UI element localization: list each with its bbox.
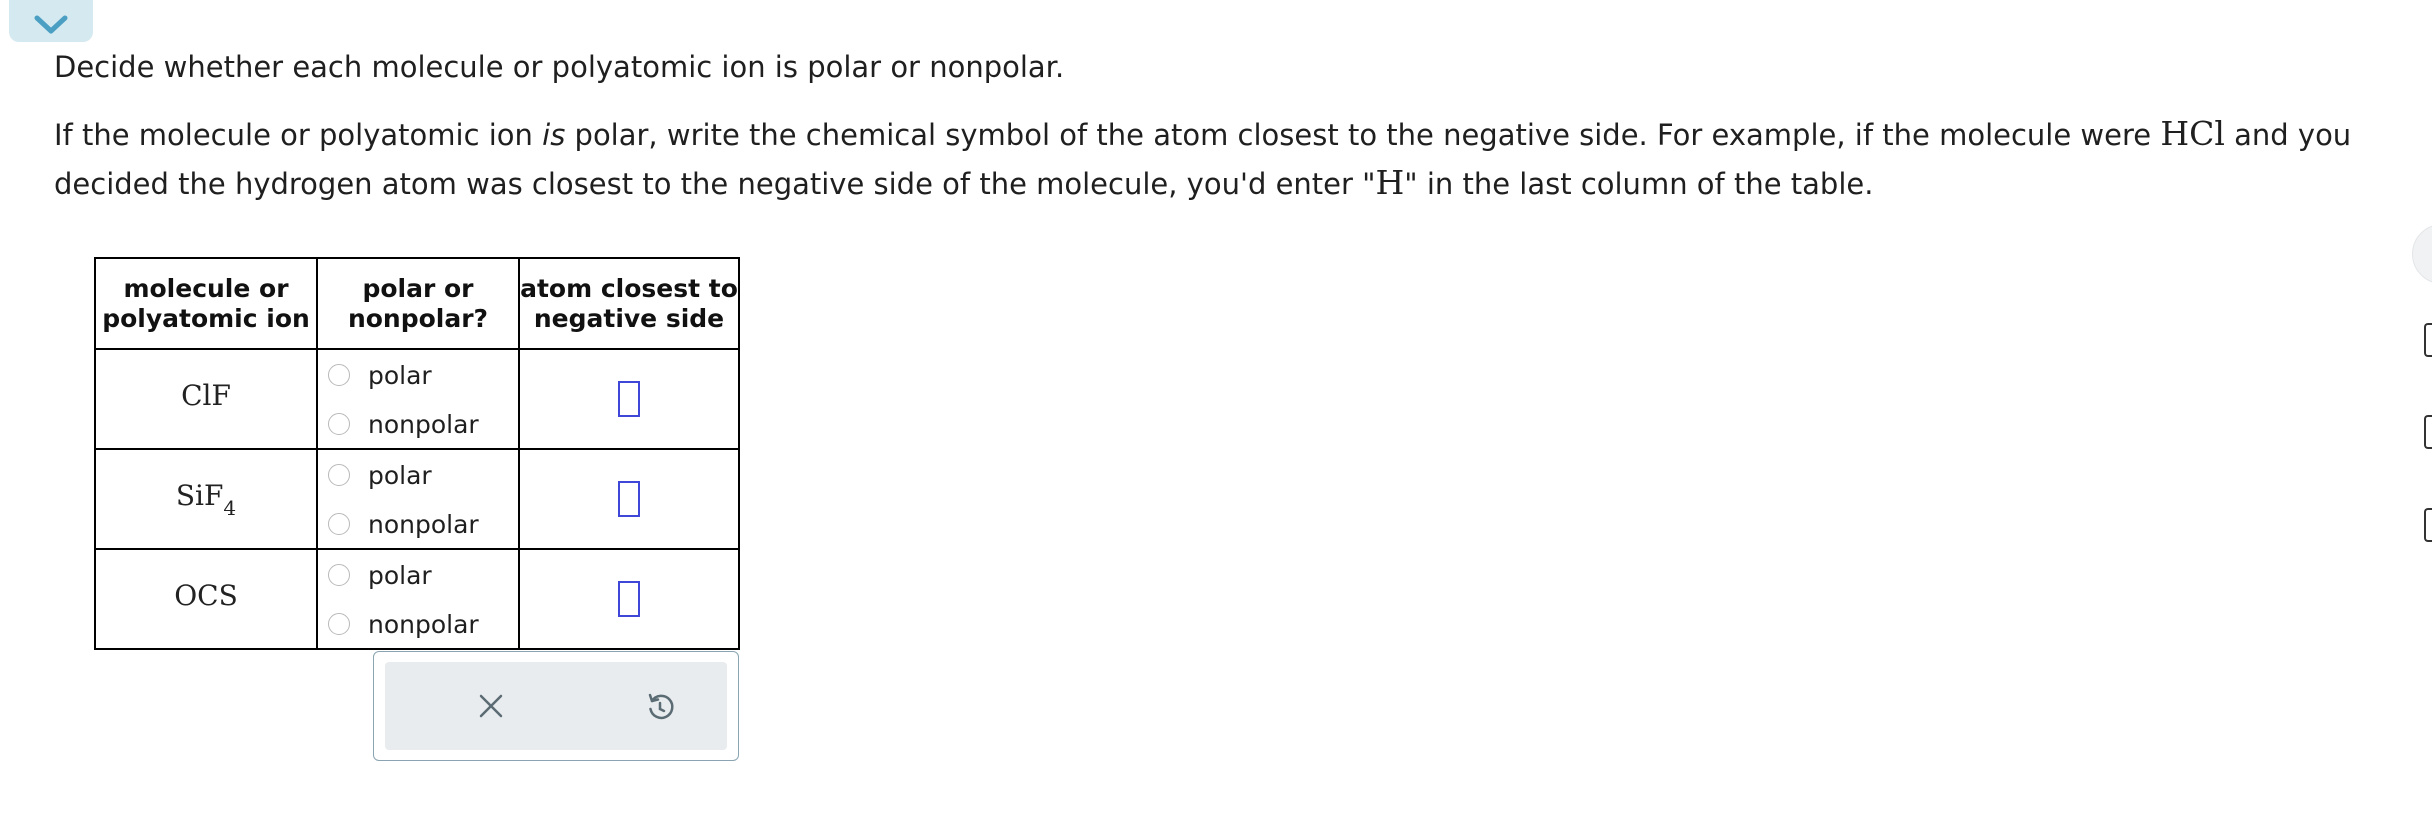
instruction-text: " in the last column of the table. bbox=[1404, 167, 1874, 201]
polarity-table: molecule or polyatomic ion polar or nonpol… bbox=[94, 257, 740, 650]
clear-button[interactable] bbox=[469, 684, 513, 728]
molecule-formula: OCS bbox=[174, 579, 238, 612]
side-panel-button[interactable] bbox=[2412, 224, 2432, 284]
atom-input[interactable] bbox=[618, 381, 640, 417]
radio-circle[interactable] bbox=[328, 364, 350, 386]
header-line: polyatomic ion bbox=[102, 303, 310, 333]
polarity-options: polar nonpolar bbox=[316, 348, 520, 450]
instruction-emphasis: is bbox=[542, 118, 566, 152]
answer-toolbar bbox=[373, 651, 739, 761]
header-molecule: molecule or polyatomic ion bbox=[94, 257, 318, 350]
radio-label: polar bbox=[368, 360, 432, 390]
radio-circle[interactable] bbox=[328, 513, 350, 535]
instruction-text: If the molecule or polyatomic ion bbox=[54, 118, 543, 152]
radio-polar[interactable]: polar bbox=[328, 360, 432, 390]
example-formula: HCl bbox=[2160, 114, 2225, 153]
radio-nonpolar[interactable]: nonpolar bbox=[328, 609, 479, 639]
instruction-line-1: Decide whether each molecule or polyatom… bbox=[54, 50, 1065, 84]
atom-answer-cell bbox=[518, 548, 740, 650]
instruction-paragraph: If the molecule or polyatomic ion is pol… bbox=[54, 110, 2384, 208]
radio-circle[interactable] bbox=[328, 464, 350, 486]
header-line: negative side bbox=[533, 303, 725, 333]
atom-answer-cell bbox=[518, 448, 740, 550]
x-icon bbox=[479, 694, 503, 718]
header-row: molecule or polyatomic ion polar or nonpol… bbox=[94, 257, 740, 350]
header-line: nonpolar? bbox=[347, 303, 489, 333]
radio-nonpolar[interactable]: nonpolar bbox=[328, 409, 479, 439]
radio-label: polar bbox=[368, 460, 432, 490]
radio-circle[interactable] bbox=[328, 613, 350, 635]
atom-input[interactable] bbox=[618, 481, 640, 517]
molecule-formula: SiF4 bbox=[175, 478, 236, 520]
radio-polar[interactable]: polar bbox=[328, 460, 432, 490]
undo-button[interactable] bbox=[638, 684, 682, 728]
table-row: SiF4 polar nonpolar bbox=[94, 448, 740, 550]
formula-subscript: 4 bbox=[223, 495, 237, 520]
radio-label: polar bbox=[368, 560, 432, 590]
polarity-options: polar nonpolar bbox=[316, 548, 520, 650]
radio-polar[interactable]: polar bbox=[328, 560, 432, 590]
header-atom: atom closest to negative side bbox=[518, 257, 740, 350]
radio-circle[interactable] bbox=[328, 413, 350, 435]
radio-label: nonpolar bbox=[368, 509, 479, 539]
side-panel-icon bbox=[2424, 415, 2432, 449]
radio-circle[interactable] bbox=[328, 564, 350, 586]
side-panel-icon bbox=[2424, 508, 2432, 542]
molecule-cell: OCS bbox=[94, 548, 318, 650]
undo-icon bbox=[648, 693, 674, 720]
atom-input[interactable] bbox=[618, 581, 640, 617]
molecule-cell: ClF bbox=[94, 348, 318, 450]
radio-label: nonpolar bbox=[368, 409, 479, 439]
instruction-text: polar, write the chemical symbol of the … bbox=[565, 118, 2161, 152]
header-line: atom closest to bbox=[520, 273, 738, 303]
table-row: ClF polar nonpolar bbox=[94, 348, 740, 450]
header-line: molecule or bbox=[123, 273, 289, 303]
polarity-options: polar nonpolar bbox=[316, 448, 520, 550]
header-polarity: polar or nonpolar? bbox=[316, 257, 520, 350]
molecule-cell: SiF4 bbox=[94, 448, 318, 550]
side-panel-icon bbox=[2424, 323, 2432, 357]
formula-base: SiF bbox=[175, 478, 224, 512]
table-row: OCS polar nonpolar bbox=[94, 548, 740, 650]
toolbar-panel bbox=[385, 662, 727, 750]
example-atom: H bbox=[1375, 163, 1405, 202]
collapse-tab[interactable] bbox=[9, 0, 93, 42]
atom-answer-cell bbox=[518, 348, 740, 450]
formula-base: OCS bbox=[174, 578, 238, 612]
radio-label: nonpolar bbox=[368, 609, 479, 639]
header-line: polar or bbox=[362, 273, 474, 303]
formula-base: ClF bbox=[181, 378, 231, 412]
molecule-formula: ClF bbox=[181, 379, 231, 412]
radio-nonpolar[interactable]: nonpolar bbox=[328, 509, 479, 539]
chevron-down-icon bbox=[34, 15, 68, 34]
